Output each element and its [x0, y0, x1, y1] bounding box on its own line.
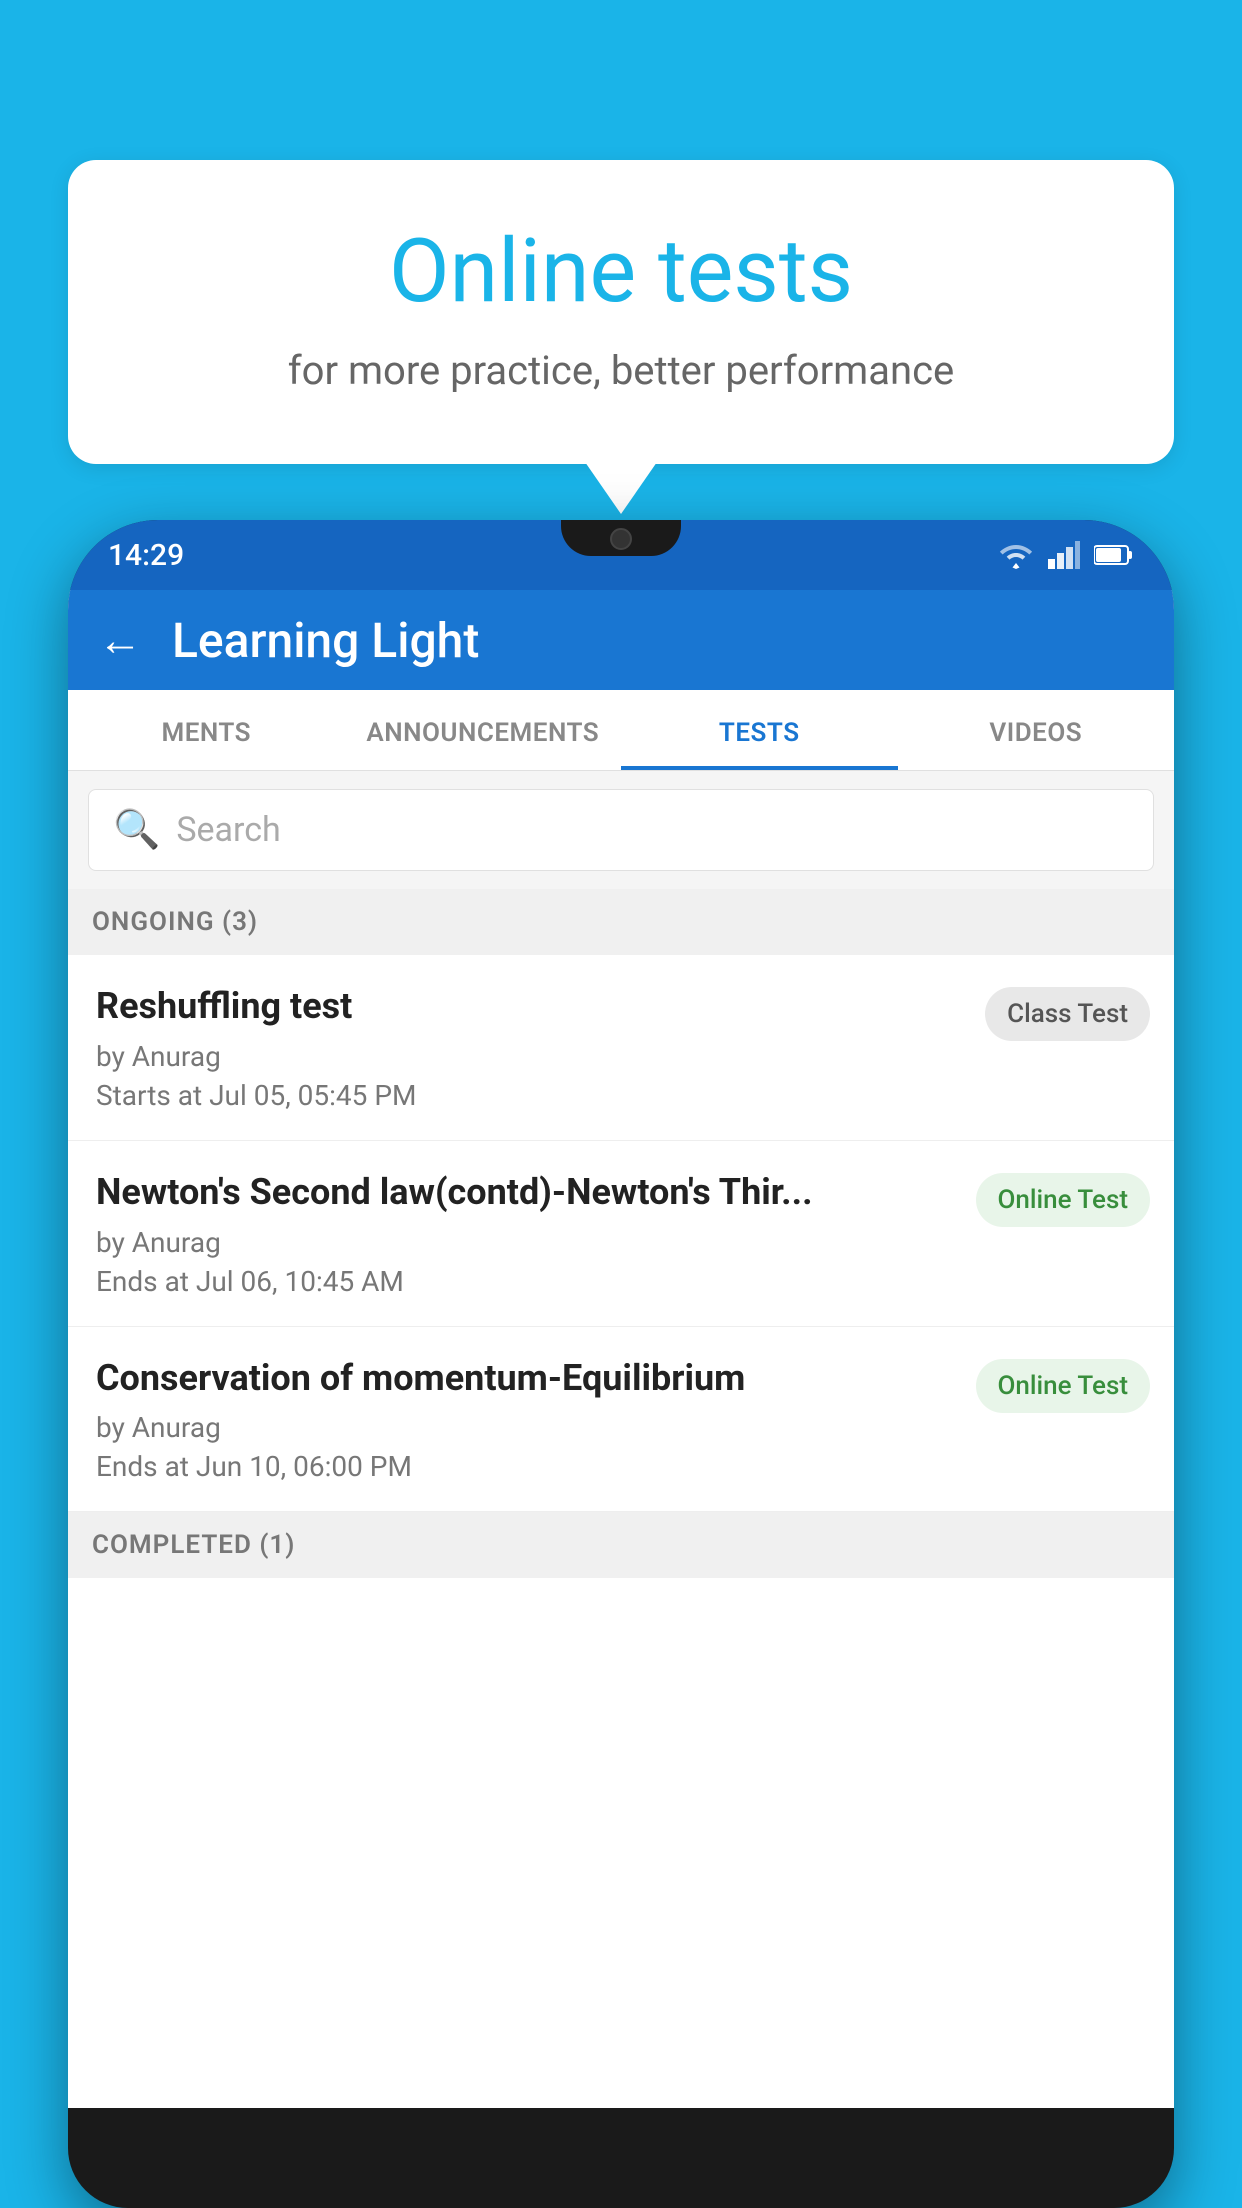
test-author-newtons: by Anurag	[96, 1226, 960, 1259]
test-badge-online-conservation: Online Test	[976, 1359, 1151, 1413]
back-button[interactable]: ←	[98, 614, 142, 666]
test-item-content: Reshuffling test by Anurag Starts at Jul…	[96, 983, 969, 1112]
test-item-reshuffling[interactable]: Reshuffling test by Anurag Starts at Jul…	[68, 955, 1174, 1141]
search-icon: 🔍	[113, 808, 160, 852]
speech-bubble-arrow	[585, 462, 657, 514]
test-date-reshuffling: Starts at Jul 05, 05:45 PM	[96, 1079, 969, 1112]
test-date-newtons: Ends at Jul 06, 10:45 AM	[96, 1265, 960, 1298]
speech-bubble-section: Online tests for more practice, better p…	[68, 160, 1174, 514]
ongoing-label: ONGOING (3)	[92, 907, 258, 937]
app-bar-title: Learning Light	[172, 612, 479, 669]
search-input[interactable]: Search	[176, 810, 280, 850]
content-area: MENTS ANNOUNCEMENTS TESTS VIDEOS 🔍 Searc…	[68, 690, 1174, 2108]
completed-section-header: COMPLETED (1)	[68, 1512, 1174, 1578]
test-item-conservation[interactable]: Conservation of momentum-Equilibrium by …	[68, 1327, 1174, 1513]
speech-bubble-title: Online tests	[148, 220, 1094, 323]
completed-label: COMPLETED (1)	[92, 1530, 295, 1560]
test-item-newtons[interactable]: Newton's Second law(contd)-Newton's Thir…	[68, 1141, 1174, 1327]
test-badge-class: Class Test	[985, 987, 1150, 1041]
phone-frame: 14:29 ← Learning Light	[68, 520, 1174, 2208]
tab-announcements[interactable]: ANNOUNCEMENTS	[345, 690, 622, 770]
wifi-icon	[998, 541, 1034, 569]
test-date-conservation: Ends at Jun 10, 06:00 PM	[96, 1450, 960, 1483]
battery-icon	[1094, 544, 1134, 566]
status-time: 14:29	[108, 538, 184, 573]
test-badge-online-newtons: Online Test	[976, 1173, 1151, 1227]
test-author-conservation: by Anurag	[96, 1411, 960, 1444]
screen-content: ← Learning Light MENTS ANNOUNCEMENTS TES…	[68, 590, 1174, 2108]
test-title-newtons: Newton's Second law(contd)-Newton's Thir…	[96, 1169, 960, 1216]
camera	[610, 528, 632, 550]
speech-bubble: Online tests for more practice, better p…	[68, 160, 1174, 464]
notch	[561, 520, 681, 556]
tab-tests[interactable]: TESTS	[621, 690, 898, 770]
tabs-bar: MENTS ANNOUNCEMENTS TESTS VIDEOS	[68, 690, 1174, 771]
speech-bubble-subtitle: for more practice, better performance	[148, 347, 1094, 394]
app-bar: ← Learning Light	[68, 590, 1174, 690]
status-icons	[998, 541, 1134, 569]
ongoing-section-header: ONGOING (3)	[68, 889, 1174, 955]
test-author-reshuffling: by Anurag	[96, 1040, 969, 1073]
search-container: 🔍 Search	[68, 771, 1174, 889]
tab-ments[interactable]: MENTS	[68, 690, 345, 770]
search-bar[interactable]: 🔍 Search	[88, 789, 1154, 871]
status-bar: 14:29	[68, 520, 1174, 590]
tab-videos[interactable]: VIDEOS	[898, 690, 1175, 770]
test-item-content-conservation: Conservation of momentum-Equilibrium by …	[96, 1355, 960, 1484]
test-title-conservation: Conservation of momentum-Equilibrium	[96, 1355, 960, 1402]
test-item-content-newtons: Newton's Second law(contd)-Newton's Thir…	[96, 1169, 960, 1298]
signal-icon	[1048, 541, 1080, 569]
test-title-reshuffling: Reshuffling test	[96, 983, 969, 1030]
